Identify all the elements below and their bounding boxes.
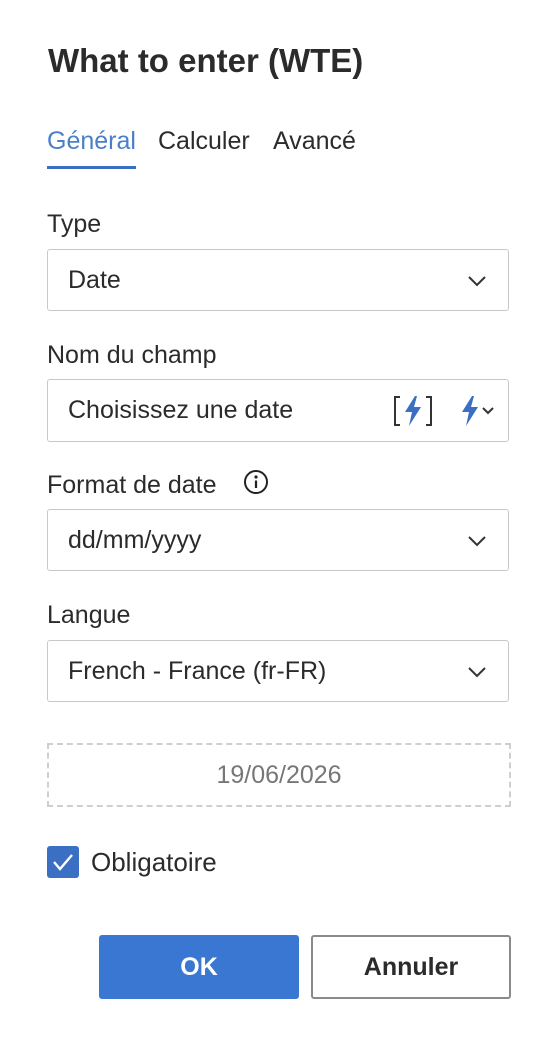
required-label[interactable]: Obligatoire (91, 847, 217, 878)
lightning-bracket-icon[interactable] (393, 394, 433, 428)
info-icon[interactable] (243, 469, 269, 495)
type-select[interactable]: Date (47, 249, 509, 311)
chevron-down-icon (468, 536, 486, 547)
type-value: Date (68, 266, 121, 294)
date-format-value: dd/mm/yyyy (68, 526, 202, 554)
tab-avance[interactable]: Avancé (273, 124, 356, 170)
language-label: Langue (47, 601, 131, 629)
date-format-select[interactable]: dd/mm/yyyy (47, 509, 509, 571)
cancel-button[interactable]: Annuler (311, 935, 511, 999)
field-name-value: Choisissez une date (68, 396, 294, 424)
lightning-dropdown-icon[interactable] (458, 394, 500, 428)
chevron-down-icon (468, 667, 486, 678)
tab-calculer[interactable]: Calculer (158, 124, 250, 170)
ok-button[interactable]: OK (99, 935, 299, 999)
checkmark-icon (53, 854, 73, 871)
tab-general[interactable]: Général (47, 124, 136, 170)
chevron-down-icon (468, 276, 486, 287)
field-name-input[interactable]: Choisissez une date (47, 379, 509, 442)
type-label: Type (47, 210, 102, 238)
dialog-title: What to enter (WTE) (48, 42, 364, 79)
language-value: French - France (fr-FR) (68, 657, 327, 685)
date-preview: 19/06/2026 (47, 743, 511, 807)
field-name-label: Nom du champ (47, 341, 217, 369)
date-format-label: Format de date (47, 471, 217, 499)
language-select[interactable]: French - France (fr-FR) (47, 640, 509, 702)
required-checkbox[interactable] (47, 846, 79, 878)
